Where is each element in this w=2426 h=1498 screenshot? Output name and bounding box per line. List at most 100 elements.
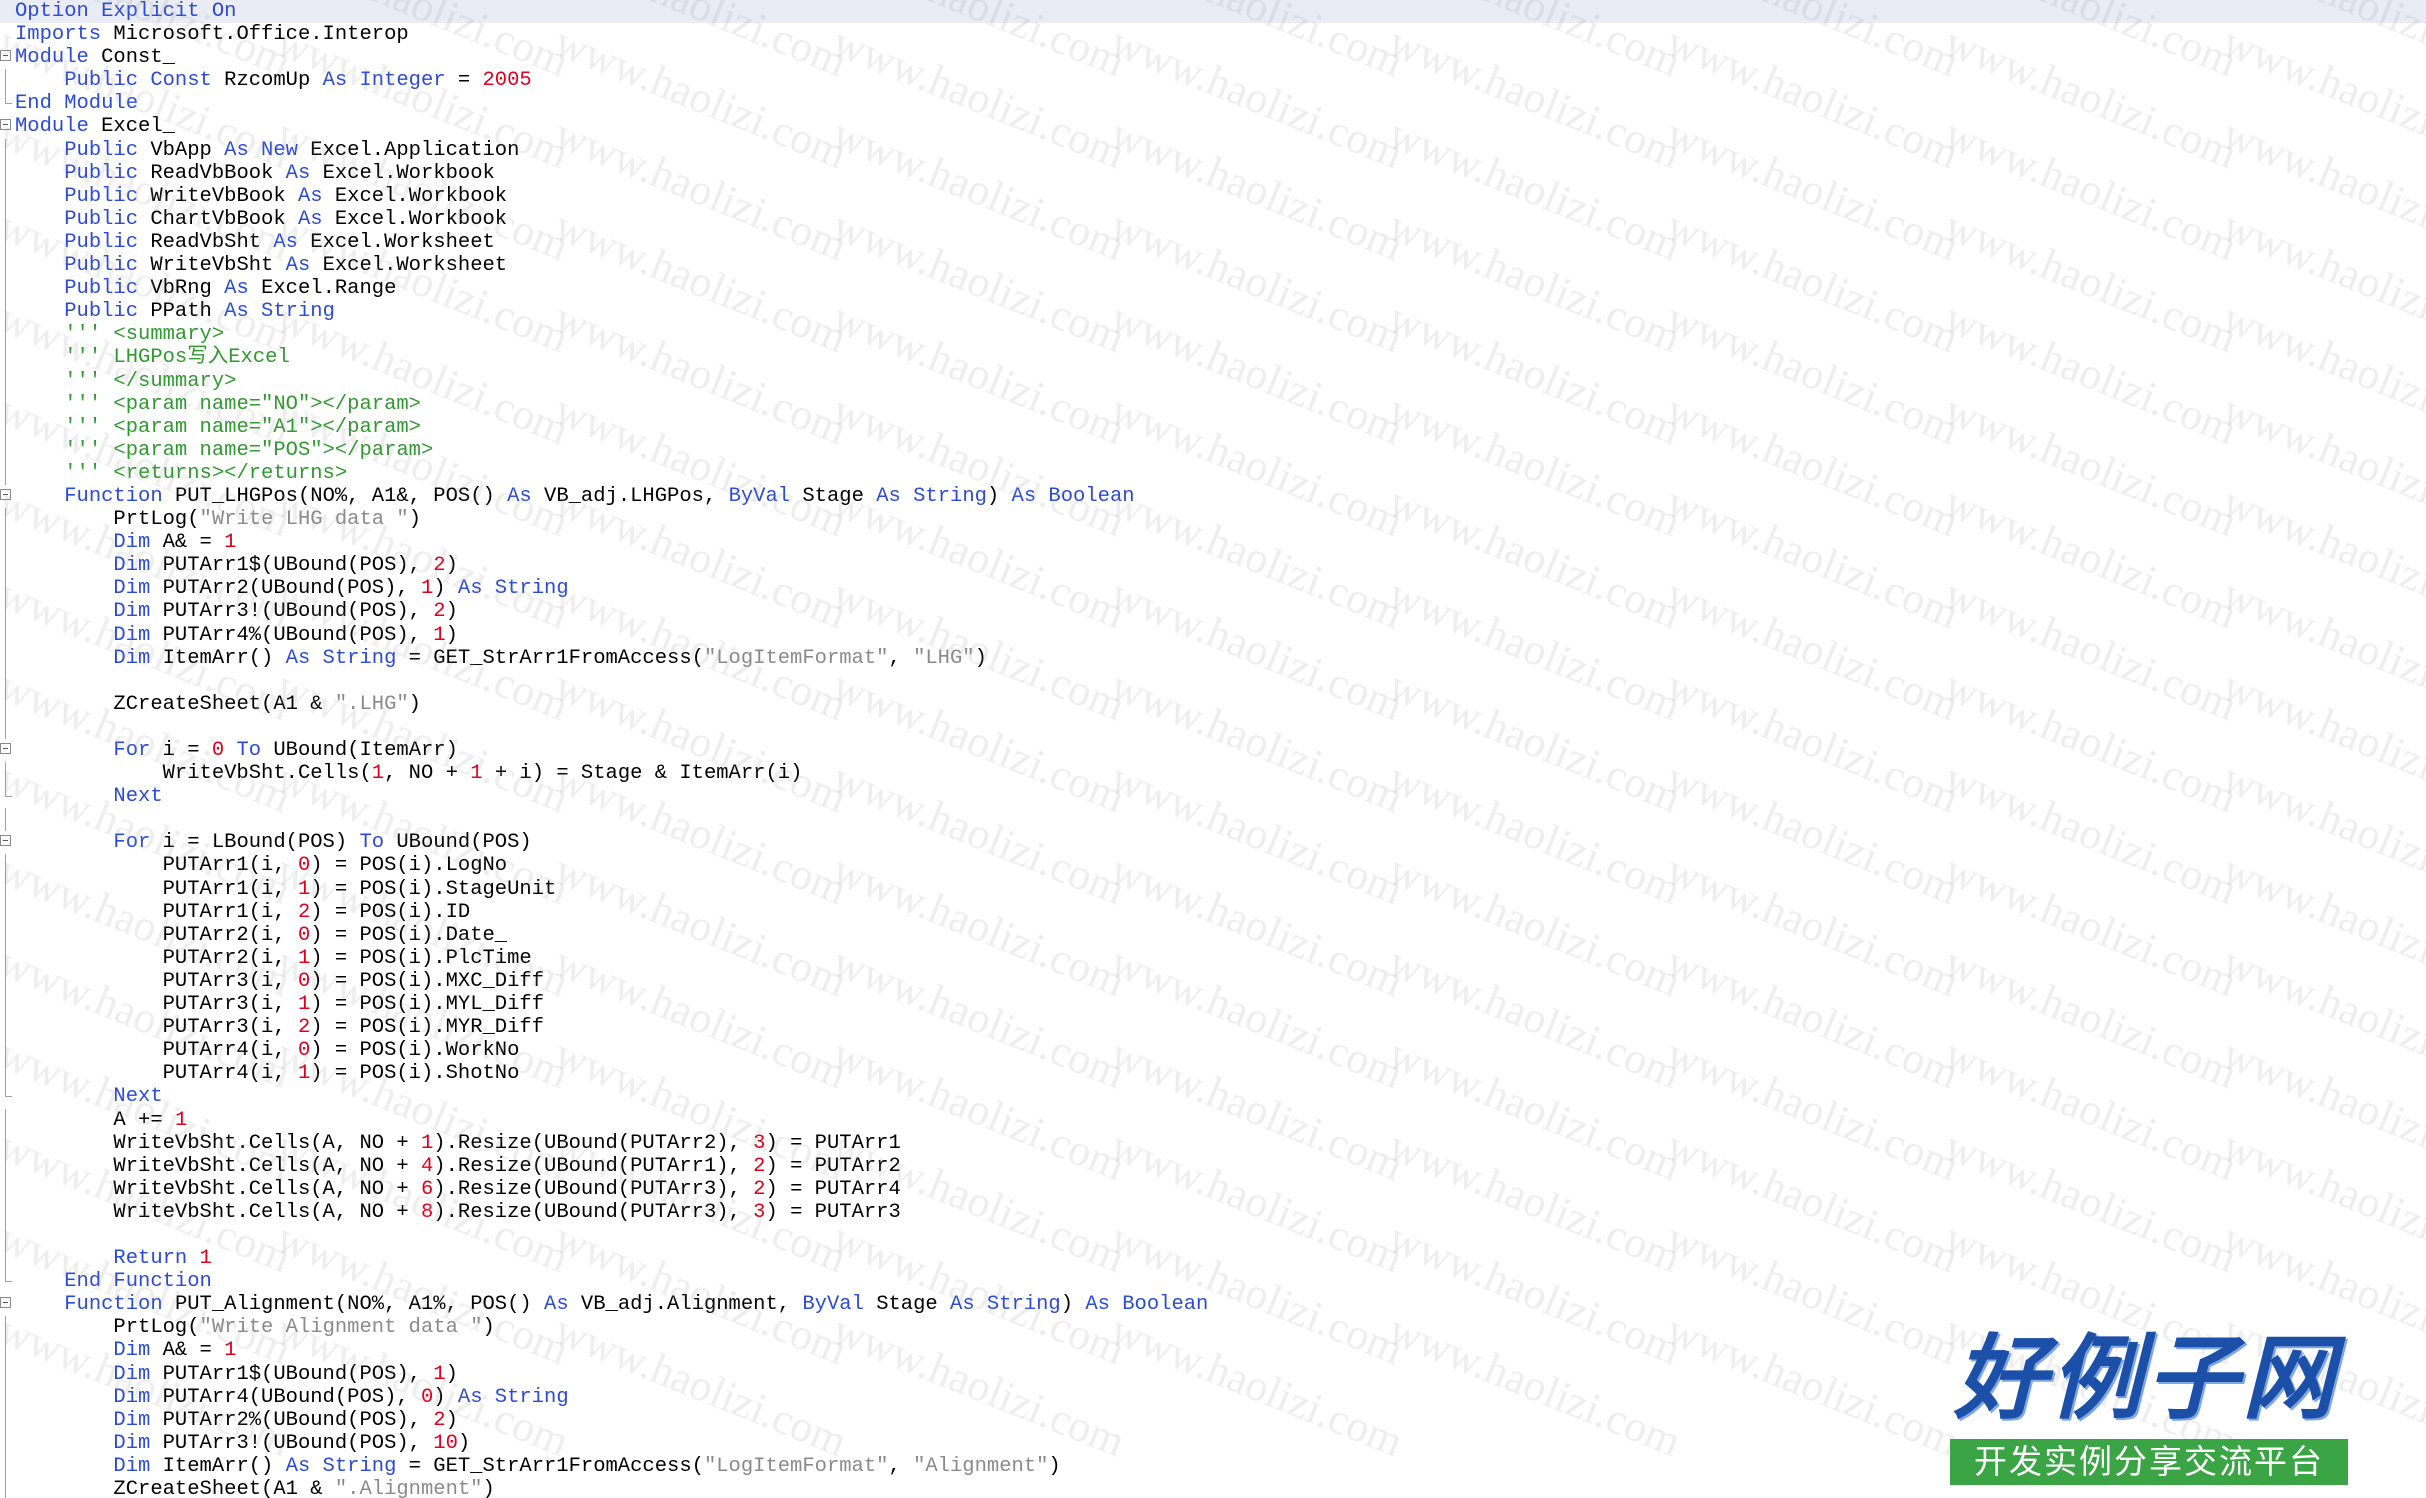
- code-line[interactable]: PUTArr4(i, 1) = POS(i).ShotNo: [0, 1062, 2426, 1086]
- code-line[interactable]: Dim PUTArr3!(UBound(POS), 2): [0, 600, 2426, 624]
- code-line[interactable]: Imports Microsoft.Office.Interop: [0, 23, 2426, 46]
- code-line[interactable]: PUTArr3(i, 1) = POS(i).MYL_Diff: [0, 993, 2426, 1017]
- code-line[interactable]: ''' LHGPos写入Excel: [0, 346, 2426, 370]
- code-text: PrtLog("Write LHG data "): [15, 508, 421, 531]
- collapse-icon[interactable]: [0, 488, 11, 500]
- code-line[interactable]: Public VbApp As New Excel.Application: [0, 138, 2426, 162]
- code-line[interactable]: PUTArr1(i, 1) = POS(i).StageUnit: [0, 877, 2426, 901]
- code-text: For i = 0 To UBound(ItemArr): [15, 739, 458, 762]
- code-line[interactable]: Dim PUTArr2(UBound(POS), 1) As String: [0, 577, 2426, 601]
- code-text: Public VbApp As New Excel.Application: [15, 139, 519, 162]
- code-line[interactable]: PUTArr3(i, 2) = POS(i).MYR_Diff: [0, 1016, 2426, 1040]
- fold-guide: [0, 254, 13, 278]
- code-token: Public: [64, 138, 139, 162]
- code-line[interactable]: Public PPath As String: [0, 300, 2426, 324]
- code-line[interactable]: Next: [0, 785, 2426, 808]
- code-line[interactable]: PUTArr1(i, 0) = POS(i).LogNo: [0, 854, 2426, 878]
- code-line[interactable]: [0, 669, 2426, 693]
- code-line[interactable]: Dim A& = 1: [0, 531, 2426, 555]
- code-line[interactable]: ''' <summary>: [0, 323, 2426, 347]
- fold-toggle-icon[interactable]: [0, 46, 13, 69]
- code-token: , NO +: [384, 762, 471, 786]
- code-token: Dim: [113, 1454, 151, 1478]
- code-line[interactable]: End Function: [0, 1270, 2426, 1293]
- code-line[interactable]: [0, 808, 2426, 832]
- code-line[interactable]: Function PUT_Alignment(NO%, A1%, POS() A…: [0, 1293, 2426, 1316]
- code-line[interactable]: Dim PUTArr4%(UBound(POS), 1): [0, 623, 2426, 647]
- fold-toggle-icon[interactable]: [0, 739, 13, 762]
- code-line[interactable]: PUTArr2(i, 1) = POS(i).PlcTime: [0, 946, 2426, 970]
- code-token: WriteVbBook: [138, 184, 298, 208]
- code-line[interactable]: ''' <returns></returns>: [0, 461, 2426, 485]
- code-line[interactable]: PrtLog("Write LHG data "): [0, 508, 2426, 532]
- code-line[interactable]: A += 1: [0, 1108, 2426, 1132]
- code-line[interactable]: Public ReadVbBook As Excel.Workbook: [0, 161, 2426, 185]
- code-line[interactable]: Public WriteVbSht As Excel.Worksheet: [0, 254, 2426, 278]
- fold-guide-line: [5, 623, 6, 647]
- code-token: Excel.Application: [297, 138, 520, 162]
- code-line[interactable]: Public VbRng As Excel.Range: [0, 277, 2426, 301]
- collapse-icon[interactable]: [0, 835, 11, 847]
- code-text: For i = LBound(POS) To UBound(POS): [15, 831, 531, 854]
- code-line[interactable]: WriteVbSht.Cells(A, NO + 6).Resize(UBoun…: [0, 1177, 2426, 1201]
- fold-guide-line: [5, 808, 6, 832]
- code-line[interactable]: ZCreateSheet(A1 & ".LHG"): [0, 692, 2426, 716]
- code-line[interactable]: Return 1: [0, 1247, 2426, 1271]
- code-line[interactable]: Public ReadVbSht As Excel.Worksheet: [0, 230, 2426, 255]
- code-token: ): [445, 1362, 458, 1386]
- code-line[interactable]: PUTArr4(i, 0) = POS(i).WorkNo: [0, 1039, 2426, 1063]
- fold-guide: [0, 923, 13, 947]
- code-line[interactable]: Dim ItemArr() As String = GET_StrArr1Fro…: [0, 646, 2426, 670]
- code-line[interactable]: Public WriteVbBook As Excel.Workbook: [0, 184, 2426, 208]
- code-line[interactable]: Dim PUTArr1$(UBound(POS), 2): [0, 554, 2426, 578]
- code-line[interactable]: For i = LBound(POS) To UBound(POS): [0, 831, 2426, 854]
- code-editor[interactable]: Option Explicit On Imports Microsoft.Offi…: [0, 0, 2426, 1498]
- code-line[interactable]: ''' </summary>: [0, 369, 2426, 393]
- code-line[interactable]: Module Const_: [0, 46, 2426, 69]
- code-token: PPath: [138, 300, 225, 324]
- code-line[interactable]: ''' <param name="POS"></param>: [0, 438, 2426, 462]
- code-line[interactable]: Next: [0, 1085, 2426, 1108]
- collapse-icon[interactable]: [0, 50, 11, 62]
- fold-toggle-icon[interactable]: [0, 1293, 13, 1316]
- code-line[interactable]: Option Explicit On: [0, 0, 2426, 24]
- code-line[interactable]: [0, 1223, 2426, 1248]
- code-area[interactable]: Option Explicit On Imports Microsoft.Offi…: [0, 0, 2426, 1498]
- code-token: 2: [297, 900, 311, 924]
- code-token: 1: [297, 946, 311, 970]
- code-line[interactable]: PUTArr1(i, 2) = POS(i).ID: [0, 900, 2426, 924]
- code-line[interactable]: ''' <param name="A1"></param>: [0, 415, 2426, 439]
- code-line[interactable]: PUTArr3(i, 0) = POS(i).MXC_Diff: [0, 969, 2426, 994]
- code-line[interactable]: WriteVbSht.Cells(A, NO + 1).Resize(UBoun…: [0, 1131, 2426, 1155]
- code-token: "Write LHG data ": [199, 508, 409, 532]
- collapse-icon[interactable]: [0, 119, 11, 131]
- code-line[interactable]: WriteVbSht.Cells(A, NO + 8).Resize(UBoun…: [0, 1200, 2426, 1224]
- code-line[interactable]: ''' <param name="NO"></param>: [0, 392, 2426, 416]
- fold-guide: [0, 877, 13, 901]
- fold-guide: [0, 1177, 13, 1201]
- fold-toggle-icon[interactable]: [0, 485, 13, 508]
- code-line[interactable]: End Module: [0, 92, 2426, 115]
- code-line[interactable]: Public Const RzcomUp As Integer = 2005: [0, 69, 2426, 93]
- code-token: 0: [297, 1039, 311, 1063]
- code-line[interactable]: [0, 715, 2426, 739]
- code-line[interactable]: Public ChartVbBook As Excel.Workbook: [0, 207, 2426, 231]
- code-line[interactable]: For i = 0 To UBound(ItemArr): [0, 739, 2426, 762]
- collapse-icon[interactable]: [0, 1297, 11, 1309]
- fold-toggle-icon[interactable]: [0, 115, 13, 138]
- code-token: = GET_StrArr1FromAccess(: [396, 646, 704, 670]
- code-token: ): [445, 554, 458, 578]
- code-line[interactable]: WriteVbSht.Cells(1, NO + 1 + i) = Stage …: [0, 762, 2426, 786]
- code-line[interactable]: PUTArr2(i, 0) = POS(i).Date_: [0, 923, 2426, 947]
- code-token: "LogItemFormat": [703, 1454, 889, 1478]
- collapse-icon[interactable]: [0, 743, 11, 754]
- code-line[interactable]: Function PUT_LHGPos(NO%, A1&, POS() As V…: [0, 485, 2426, 508]
- code-line[interactable]: Module Excel_: [0, 115, 2426, 138]
- code-line[interactable]: WriteVbSht.Cells(A, NO + 4).Resize(UBoun…: [0, 1154, 2426, 1178]
- fold-toggle-icon[interactable]: [0, 831, 13, 854]
